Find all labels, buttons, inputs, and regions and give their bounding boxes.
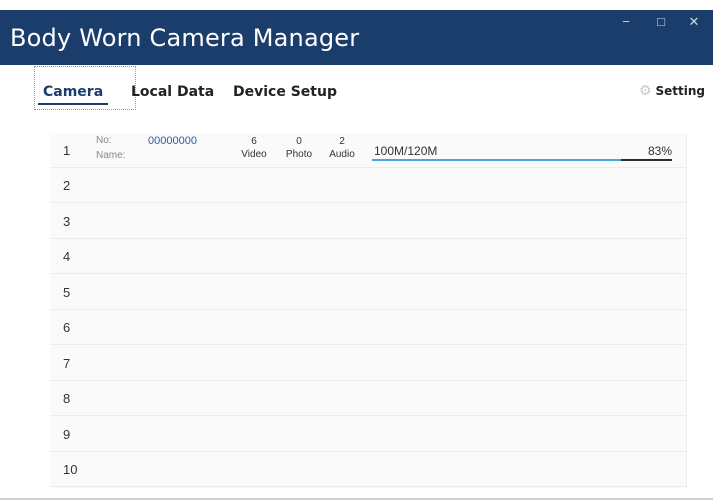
row-number: 10 — [63, 462, 78, 477]
gear-icon: ⚙ — [638, 83, 652, 99]
device-row[interactable]: 4 — [50, 239, 686, 274]
storage-text: 100M/120M — [374, 144, 438, 158]
video-label: Video — [241, 149, 267, 160]
audio-label: Audio — [329, 149, 355, 160]
storage-percent: 83% — [647, 144, 672, 158]
photo-count: 0 — [296, 136, 302, 147]
active-tab-underline — [38, 103, 108, 105]
device-row[interactable]: 3 — [50, 204, 686, 239]
device-row[interactable]: 6 — [50, 310, 686, 345]
device-name-label: Name: — [96, 150, 126, 161]
device-row[interactable]: 5 — [50, 275, 686, 310]
device-row[interactable]: 8 — [50, 381, 686, 416]
device-row[interactable]: 10 — [50, 452, 686, 487]
row-number: 9 — [63, 427, 71, 442]
device-no-label: No: — [96, 135, 112, 146]
audio-stat: 2 Audio — [326, 136, 358, 160]
photo-stat: 0 Photo — [283, 136, 315, 160]
tab-local-data[interactable]: Local Data — [131, 84, 214, 100]
minimize-button[interactable]: − — [612, 12, 640, 32]
setting-button[interactable]: ⚙ Setting — [639, 83, 705, 99]
row-number: 2 — [63, 178, 71, 193]
device-row[interactable]: 7 — [50, 346, 686, 381]
row-number: 4 — [63, 249, 71, 264]
device-row[interactable]: 1 No: Name: 00000000 6 Video 0 Photo 2 A… — [50, 133, 686, 168]
storage-progress-fill — [372, 159, 621, 161]
row-number: 6 — [63, 320, 71, 335]
title-bar: Body Worn Camera Manager − □ ✕ — [0, 10, 713, 65]
setting-label: Setting — [655, 84, 706, 98]
maximize-button[interactable]: □ — [647, 12, 675, 32]
app-title: Body Worn Camera Manager — [10, 24, 360, 52]
tab-camera[interactable]: Camera — [40, 84, 106, 104]
row-number: 1 — [63, 143, 71, 158]
device-number: 00000000 — [148, 135, 197, 147]
storage-progress-bar — [372, 159, 672, 161]
row-number: 8 — [63, 391, 71, 406]
device-row[interactable]: 2 — [50, 168, 686, 203]
tab-bar: Camera Local Data Device Setup — [34, 66, 713, 106]
device-list: 1 No: Name: 00000000 6 Video 0 Photo 2 A… — [50, 133, 687, 488]
photo-label: Photo — [285, 149, 313, 160]
row-number: 7 — [63, 356, 71, 371]
video-stat: 6 Video — [238, 136, 270, 160]
row-number: 5 — [63, 285, 71, 300]
close-button[interactable]: ✕ — [680, 12, 708, 32]
audio-count: 2 — [339, 136, 345, 147]
video-count: 6 — [251, 136, 257, 147]
bottom-border — [0, 498, 713, 500]
device-row[interactable]: 9 — [50, 417, 686, 452]
row-number: 3 — [63, 214, 71, 229]
tab-device-setup[interactable]: Device Setup — [233, 84, 337, 100]
